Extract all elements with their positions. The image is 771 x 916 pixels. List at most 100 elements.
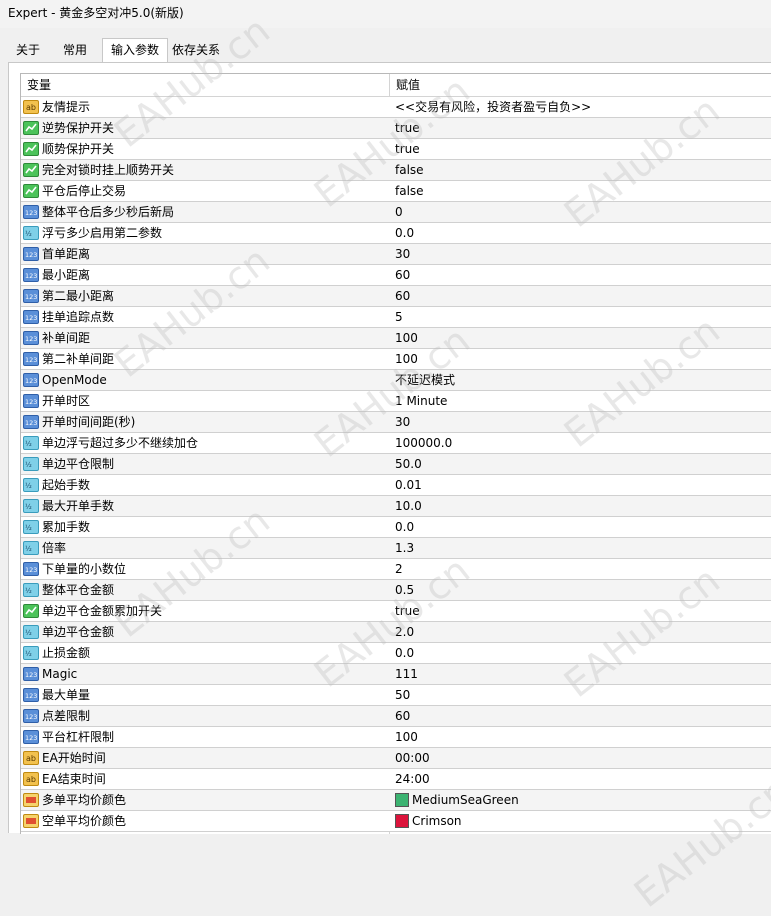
parameter-row[interactable]: 123 Magic 111 <box>21 664 771 685</box>
svg-text:123: 123 <box>25 713 37 721</box>
parameter-row[interactable]: ab 友情提示 <<交易有风险，投资者盈亏自负>> <box>21 97 771 118</box>
parameter-row[interactable]: 123 开单时间间距(秒) 30 <box>21 412 771 433</box>
parameter-value[interactable]: 10.0 <box>395 496 422 516</box>
parameter-name: 最小距离 <box>42 268 91 282</box>
double-icon: ½ <box>23 477 39 493</box>
parameter-row[interactable]: 123 最小距离 60 <box>21 265 771 286</box>
parameter-row[interactable]: ab EA结束时间 24:00 <box>21 769 771 790</box>
parameter-row[interactable]: 123 平台杠杆限制 100 <box>21 727 771 748</box>
parameter-name: 单边浮亏超过多少不继续加仓 <box>42 436 199 450</box>
header-variable[interactable]: 变量 <box>27 74 51 96</box>
parameter-value[interactable]: 30 <box>395 412 410 432</box>
parameter-row[interactable]: 123 第二补单间距 100 <box>21 349 771 370</box>
parameter-name: 空单平均价颜色 <box>42 814 127 828</box>
parameter-row[interactable]: 逆势保护开关 true <box>21 118 771 139</box>
parameter-value[interactable]: 2 <box>395 559 403 579</box>
parameter-value[interactable]: MediumSeaGreen <box>412 790 519 810</box>
parameter-value[interactable]: 50.0 <box>395 454 422 474</box>
parameter-value[interactable]: 60 <box>395 286 410 306</box>
parameter-row[interactable]: 完全对锁时挂上顺势开关 false <box>21 160 771 181</box>
parameter-value[interactable]: false <box>395 181 424 201</box>
window-title: Expert - 黄金多空对冲5.0(新版) <box>8 6 184 20</box>
double-icon: ½ <box>23 540 39 556</box>
parameter-row[interactable]: ab EA开始时间 00:00 <box>21 748 771 769</box>
parameter-row[interactable]: 顺势保护开关 true <box>21 139 771 160</box>
parameter-name: 单边平仓金额 <box>42 625 115 639</box>
parameter-name: 首单距离 <box>42 247 91 261</box>
parameter-row[interactable]: ½ 倍率 1.3 <box>21 538 771 559</box>
parameter-value[interactable]: 0.0 <box>395 643 414 663</box>
tab-common[interactable]: 常用 <box>52 40 98 60</box>
tab-dependencies[interactable]: 依存关系 <box>168 40 224 60</box>
parameter-value[interactable]: 0.5 <box>395 580 414 600</box>
parameter-row[interactable]: 单边平仓金额累加开关 true <box>21 601 771 622</box>
parameter-row[interactable]: ½ 起始手数 0.01 <box>21 475 771 496</box>
parameter-row[interactable]: ½ 单边平仓金额 2.0 <box>21 622 771 643</box>
parameter-value[interactable]: 不延迟模式 <box>395 370 455 390</box>
parameter-value[interactable]: 60 <box>395 706 410 726</box>
color-swatch[interactable] <box>395 793 409 807</box>
parameter-row[interactable]: 123 第二最小距离 60 <box>21 286 771 307</box>
parameter-row[interactable]: 平仓后停止交易 false <box>21 181 771 202</box>
parameter-value[interactable]: 0 <box>395 202 403 222</box>
int-icon: 123 <box>23 729 39 745</box>
parameter-value[interactable]: 1.3 <box>395 538 414 558</box>
tab-inputs[interactable]: 输入参数 <box>102 38 168 63</box>
tab-strip: 关于 常用 输入参数 依存关系 <box>0 38 771 63</box>
parameter-row[interactable]: 123 挂单追踪点数 5 <box>21 307 771 328</box>
svg-text:123: 123 <box>25 209 37 217</box>
parameter-value[interactable]: true <box>395 601 420 621</box>
parameter-value[interactable]: 24:00 <box>395 769 430 789</box>
double-icon: ½ <box>23 645 39 661</box>
parameter-value[interactable]: Crimson <box>412 811 462 831</box>
parameter-value[interactable]: 00:00 <box>395 748 430 768</box>
parameter-value[interactable]: true <box>395 139 420 159</box>
tab-about[interactable]: 关于 <box>8 40 48 60</box>
svg-text:123: 123 <box>25 356 37 364</box>
parameter-row[interactable]: 空单平均价颜色 Crimson <box>21 811 771 832</box>
int-icon: 123 <box>23 372 39 388</box>
bool-icon <box>23 183 39 199</box>
parameter-name: 开单时区 <box>42 394 91 408</box>
parameter-row[interactable]: 123 下单量的小数位 2 <box>21 559 771 580</box>
parameter-row[interactable]: ½ 整体平仓金额 0.5 <box>21 580 771 601</box>
parameter-value[interactable]: 60 <box>395 265 410 285</box>
parameter-row[interactable]: 123 首单距离 30 <box>21 244 771 265</box>
parameter-row[interactable]: 123 点差限制 60 <box>21 706 771 727</box>
double-icon: ½ <box>23 624 39 640</box>
parameter-value[interactable]: 5 <box>395 307 403 327</box>
parameter-row[interactable]: 123 开单时区 1 Minute <box>21 391 771 412</box>
parameter-value[interactable]: 100 <box>395 727 418 747</box>
parameter-row[interactable]: 123 补单间距 100 <box>21 328 771 349</box>
parameter-row[interactable]: 123 最大单量 50 <box>21 685 771 706</box>
color-swatch[interactable] <box>395 814 409 828</box>
parameter-value[interactable]: 100000.0 <box>395 433 452 453</box>
header-value[interactable]: 赋值 <box>396 74 420 96</box>
parameter-row[interactable]: ½ 最大开单手数 10.0 <box>21 496 771 517</box>
inputs-panel: 变量 赋值 ab 友情提示 <<交易有风险，投资者盈亏自负>> 逆势保护开关 true 顺… <box>8 62 771 834</box>
parameter-value[interactable]: 1 Minute <box>395 391 447 411</box>
parameter-value[interactable]: 111 <box>395 664 418 684</box>
parameter-value[interactable]: false <box>395 160 424 180</box>
parameter-row[interactable]: 多单平均价颜色 MediumSeaGreen <box>21 790 771 811</box>
parameter-value[interactable]: 0.01 <box>395 475 422 495</box>
parameter-row[interactable]: ½ 累加手数 0.0 <box>21 517 771 538</box>
svg-text:123: 123 <box>25 566 37 574</box>
parameter-value[interactable]: 2.0 <box>395 622 414 642</box>
parameter-row[interactable]: ½ 单边浮亏超过多少不继续加仓 100000.0 <box>21 433 771 454</box>
parameter-row[interactable]: ½ 浮亏多少启用第二参数 0.0 <box>21 223 771 244</box>
parameter-value[interactable]: 100 <box>395 328 418 348</box>
parameter-value[interactable]: <<交易有风险，投资者盈亏自负>> <box>395 97 591 117</box>
parameter-row[interactable]: ½ 止损金额 0.0 <box>21 643 771 664</box>
parameter-value[interactable]: 50 <box>395 685 410 705</box>
parameter-value[interactable]: true <box>395 118 420 138</box>
parameter-name: 最大开单手数 <box>42 499 115 513</box>
parameter-row[interactable]: 123 OpenMode 不延迟模式 <box>21 370 771 391</box>
parameter-value[interactable]: 30 <box>395 244 410 264</box>
parameter-name: 下单量的小数位 <box>42 562 127 576</box>
parameter-value[interactable]: 0.0 <box>395 517 414 537</box>
parameter-value[interactable]: 100 <box>395 349 418 369</box>
parameter-value[interactable]: 0.0 <box>395 223 414 243</box>
parameter-row[interactable]: ½ 单边平仓限制 50.0 <box>21 454 771 475</box>
parameter-row[interactable]: 123 整体平仓后多少秒后新局 0 <box>21 202 771 223</box>
